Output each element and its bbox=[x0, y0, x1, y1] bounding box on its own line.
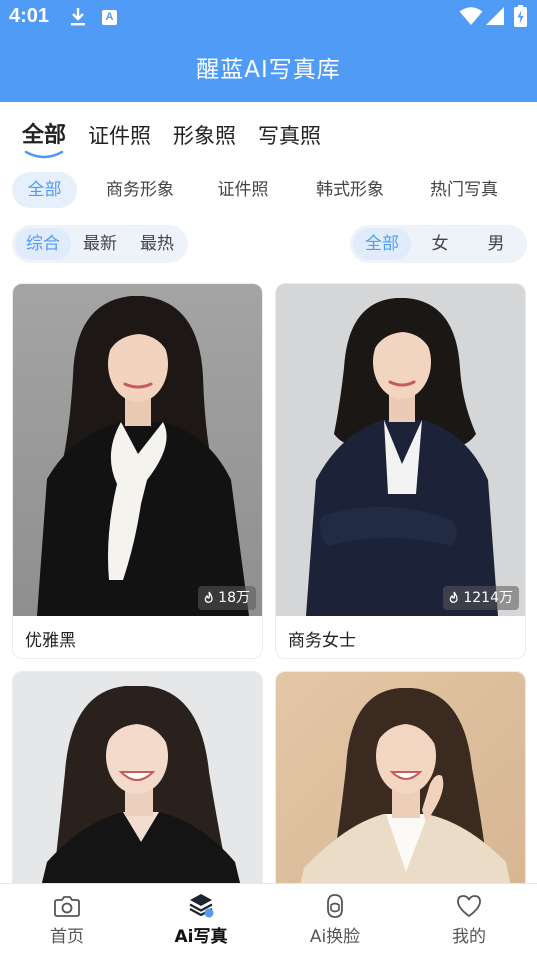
gender-all[interactable]: 全部 bbox=[353, 228, 411, 260]
layers-icon bbox=[189, 894, 214, 918]
gender-toggle: 全部 女 男 bbox=[350, 225, 527, 263]
bottom-navigation: 首页 Ai写真 Ai换脸 我的 bbox=[0, 883, 537, 956]
nav-label: Ai写真 bbox=[174, 927, 228, 947]
status-bar: 4:01 A bbox=[0, 0, 537, 36]
nav-ai-faceswap[interactable]: Ai换脸 bbox=[268, 884, 402, 956]
primary-tabs: 全部 证件照 形象照 写真照 bbox=[22, 120, 321, 164]
app-header: 4:01 A 醒蓝AI写真库 bbox=[0, 0, 537, 102]
template-card[interactable]: 18万 优雅黑 bbox=[12, 283, 263, 659]
popularity-badge: 1214万 bbox=[443, 586, 519, 610]
category-chips: 全部 商务形象 证件照 韩式形象 热门写真 bbox=[12, 172, 532, 208]
sort-hottest[interactable]: 最热 bbox=[129, 228, 185, 260]
signal-icon bbox=[486, 7, 504, 25]
template-title: 商务女士 bbox=[288, 631, 356, 651]
gender-male[interactable]: 男 bbox=[468, 228, 524, 260]
wifi-icon bbox=[459, 7, 483, 25]
nav-label: 我的 bbox=[452, 927, 486, 947]
tab-portrait-photo[interactable]: 写真照 bbox=[258, 120, 321, 160]
nav-label: Ai换脸 bbox=[309, 927, 361, 947]
template-card[interactable]: 1214万 商务女士 bbox=[275, 283, 526, 659]
chip-all[interactable]: 全部 bbox=[12, 172, 77, 208]
template-photo bbox=[13, 672, 262, 910]
sort-toggle: 综合 最新 最热 bbox=[12, 225, 188, 263]
app-notification-icon: A bbox=[102, 10, 117, 25]
heart-icon bbox=[457, 895, 481, 917]
nav-ai-portrait[interactable]: Ai写真 bbox=[134, 884, 268, 956]
template-card[interactable] bbox=[275, 671, 526, 911]
page-title: 醒蓝AI写真库 bbox=[196, 57, 341, 83]
template-photo: 18万 bbox=[13, 284, 262, 616]
battery-charging-icon bbox=[514, 5, 527, 27]
tab-all[interactable]: 全部 bbox=[22, 120, 66, 160]
face-icon bbox=[327, 894, 343, 918]
popularity-badge: 18万 bbox=[198, 586, 256, 610]
chip-hot[interactable]: 热门写真 bbox=[420, 172, 508, 208]
template-card[interactable] bbox=[12, 671, 263, 911]
template-photo: 1214万 bbox=[276, 284, 525, 616]
flame-icon bbox=[450, 591, 459, 603]
flame-icon bbox=[204, 591, 213, 603]
gender-female[interactable]: 女 bbox=[412, 228, 468, 260]
chip-business[interactable]: 商务形象 bbox=[96, 172, 184, 208]
template-title: 优雅黑 bbox=[25, 631, 76, 651]
popularity-count: 18万 bbox=[218, 590, 250, 606]
tab-label: 证件照 bbox=[88, 124, 152, 148]
tab-label: 全部 bbox=[22, 123, 67, 148]
template-photo bbox=[276, 672, 525, 910]
nav-profile[interactable]: 我的 bbox=[402, 884, 536, 956]
tab-id-photo[interactable]: 证件照 bbox=[88, 120, 151, 160]
sort-overall[interactable]: 综合 bbox=[15, 228, 71, 260]
nav-home[interactable]: 首页 bbox=[0, 884, 134, 956]
nav-label: 首页 bbox=[50, 927, 84, 947]
tab-active-indicator bbox=[24, 150, 64, 159]
tab-label: 形象照 bbox=[173, 124, 237, 148]
status-time: 4:01 bbox=[9, 5, 50, 27]
sort-newest[interactable]: 最新 bbox=[72, 228, 128, 260]
tab-image-photo[interactable]: 形象照 bbox=[173, 120, 236, 160]
tab-label: 写真照 bbox=[258, 124, 322, 148]
chip-korean[interactable]: 韩式形象 bbox=[306, 172, 394, 208]
chip-id-photo[interactable]: 证件照 bbox=[208, 172, 278, 208]
download-icon bbox=[71, 8, 85, 26]
camera-icon bbox=[54, 896, 80, 917]
popularity-count: 1214万 bbox=[463, 590, 513, 606]
